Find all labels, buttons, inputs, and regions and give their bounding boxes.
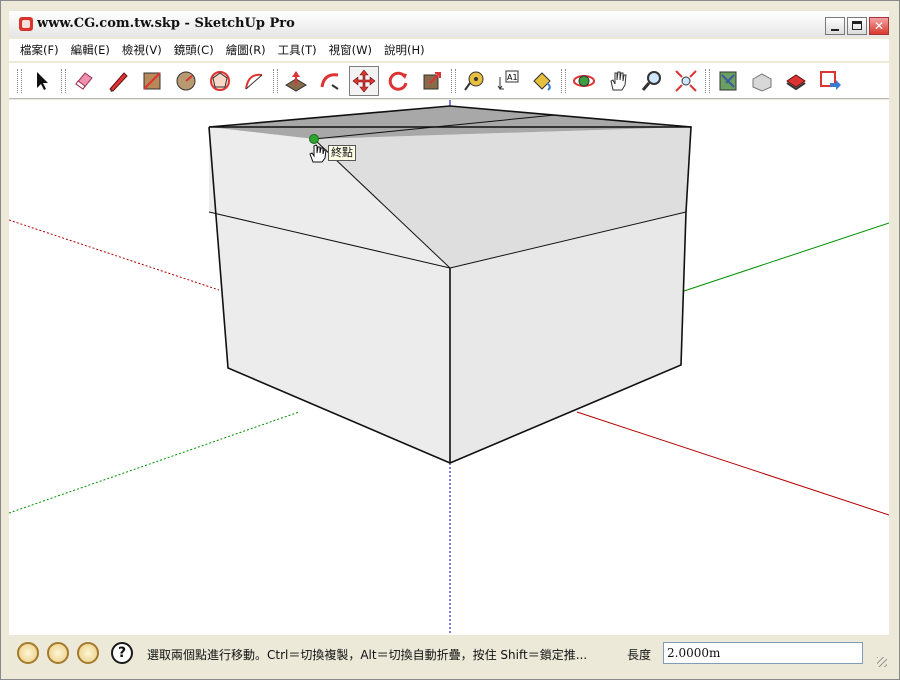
x-axis-solid: [576, 411, 889, 516]
toolbar-separator: [561, 69, 566, 93]
arc-tool-button[interactable]: [239, 66, 269, 96]
measurements-field[interactable]: 2.0000m: [663, 642, 863, 664]
move-icon: [352, 69, 376, 93]
help-icon[interactable]: ?: [111, 642, 133, 664]
push-pull-tool-button[interactable]: [281, 66, 311, 96]
status-tip-icon-3[interactable]: [77, 642, 99, 664]
arc-icon: [245, 73, 263, 90]
status-tip-icon-2[interactable]: [47, 642, 69, 664]
toolbar-separator: [451, 69, 456, 93]
x-axis-dotted: [9, 219, 220, 291]
minimize-button[interactable]: [825, 17, 845, 35]
paint-bucket-tool-button[interactable]: [527, 66, 557, 96]
measurements-label: 長度: [627, 648, 652, 662]
maximize-button[interactable]: [847, 17, 867, 35]
close-icon: ✕: [873, 19, 885, 33]
get-models-icon: [820, 71, 841, 90]
line-tool-button[interactable]: [103, 66, 133, 96]
share-model-tool-button[interactable]: [781, 66, 811, 96]
tape-measure-tool-button[interactable]: [459, 66, 489, 96]
polygon-icon: [210, 71, 230, 91]
svg-text:A1: A1: [507, 73, 518, 82]
pan-hand-icon: [610, 71, 627, 91]
menu-file[interactable]: 檔案(F): [20, 42, 59, 58]
menu-edit[interactable]: 編輯(E): [71, 42, 110, 58]
follow-me-tool-button[interactable]: [315, 66, 345, 96]
sketchup-window: www.CG.com.tw.skp - SketchUp Pro ✕ 檔案(F)…: [0, 0, 900, 680]
tape-measure-icon: [464, 71, 484, 91]
menu-view[interactable]: 檢視(V): [122, 42, 162, 58]
status-tip-icon-1[interactable]: [17, 642, 39, 664]
select-arrow-icon: [37, 72, 48, 90]
menu-tools[interactable]: 工具(T): [278, 42, 317, 58]
status-bar: ? 選取兩個點進行移動。Ctrl＝切換複製，Alt＝切換自動折疊，按住 Shif…: [9, 639, 889, 669]
toolbar-separator: [61, 69, 66, 93]
3d-warehouse-tool-button[interactable]: [747, 66, 777, 96]
rotate-icon: [388, 71, 408, 91]
menu-camera[interactable]: 鏡頭(C): [174, 42, 214, 58]
rectangle-tool-button[interactable]: [137, 66, 167, 96]
polygon-tool-button[interactable]: [205, 66, 235, 96]
get-models-tool-button[interactable]: [815, 66, 845, 96]
google-earth-icon: [719, 71, 737, 91]
toolbar-separator: [705, 69, 710, 93]
zoom-extents-icon: [675, 70, 697, 92]
orbit-tool-button[interactable]: [569, 66, 599, 96]
circle-icon: [176, 71, 196, 91]
scale-icon: [423, 72, 441, 90]
model-canvas: [9, 100, 889, 635]
inference-tooltip: 終點: [328, 145, 356, 161]
resize-grip[interactable]: [877, 657, 887, 667]
orbit-icon: [573, 75, 595, 87]
zoom-icon: [641, 71, 661, 91]
scale-tool-button[interactable]: [417, 66, 447, 96]
menu-help[interactable]: 說明(H): [384, 42, 425, 58]
text-tool-button[interactable]: A1: [493, 66, 523, 96]
zoom-extents-tool-button[interactable]: [671, 66, 701, 96]
pencil-line-icon: [109, 72, 128, 92]
menu-draw[interactable]: 繪圖(R): [226, 42, 266, 58]
zoom-tool-button[interactable]: [637, 66, 667, 96]
select-tool-button[interactable]: [27, 66, 57, 96]
follow-me-icon: [320, 73, 339, 90]
toolbar-separator: [273, 69, 278, 93]
menu-bar: 檔案(F) 編輯(E) 檢視(V) 鏡頭(C) 繪圖(R) 工具(T) 視窗(W…: [9, 39, 889, 61]
main-toolbar: A1: [9, 63, 889, 99]
y-axis-dotted: [9, 411, 300, 514]
eraser-tool-button[interactable]: [69, 66, 99, 96]
push-pull-icon: [285, 71, 307, 92]
drawing-viewport[interactable]: 終點: [9, 100, 889, 635]
endpoint-inference-marker: [309, 134, 319, 144]
rectangle-icon: [143, 72, 161, 90]
circle-tool-button[interactable]: [171, 66, 201, 96]
share-model-icon: [786, 74, 806, 91]
status-message: 選取兩個點進行移動。Ctrl＝切換複製，Alt＝切換自動折疊，按住 Shift＝…: [147, 648, 588, 662]
sketchup-app-icon: [19, 17, 33, 31]
move-tool-button[interactable]: [349, 66, 379, 96]
text-label-icon: A1: [497, 70, 519, 90]
paint-bucket-icon: [533, 72, 551, 91]
toolbar-grip[interactable]: [17, 69, 22, 93]
y-axis-solid: [680, 222, 889, 293]
window-title: www.CG.com.tw.skp - SketchUp Pro: [37, 16, 295, 31]
google-earth-tool-button[interactable]: [713, 66, 743, 96]
eraser-icon: [75, 72, 93, 90]
title-bar: www.CG.com.tw.skp - SketchUp Pro ✕: [9, 11, 889, 37]
3d-warehouse-icon: [752, 73, 772, 92]
rotate-tool-button[interactable]: [383, 66, 413, 96]
close-button[interactable]: ✕: [869, 17, 889, 35]
box-model: [208, 105, 692, 464]
pan-tool-button[interactable]: [603, 66, 633, 96]
menu-window[interactable]: 視窗(W): [329, 42, 372, 58]
